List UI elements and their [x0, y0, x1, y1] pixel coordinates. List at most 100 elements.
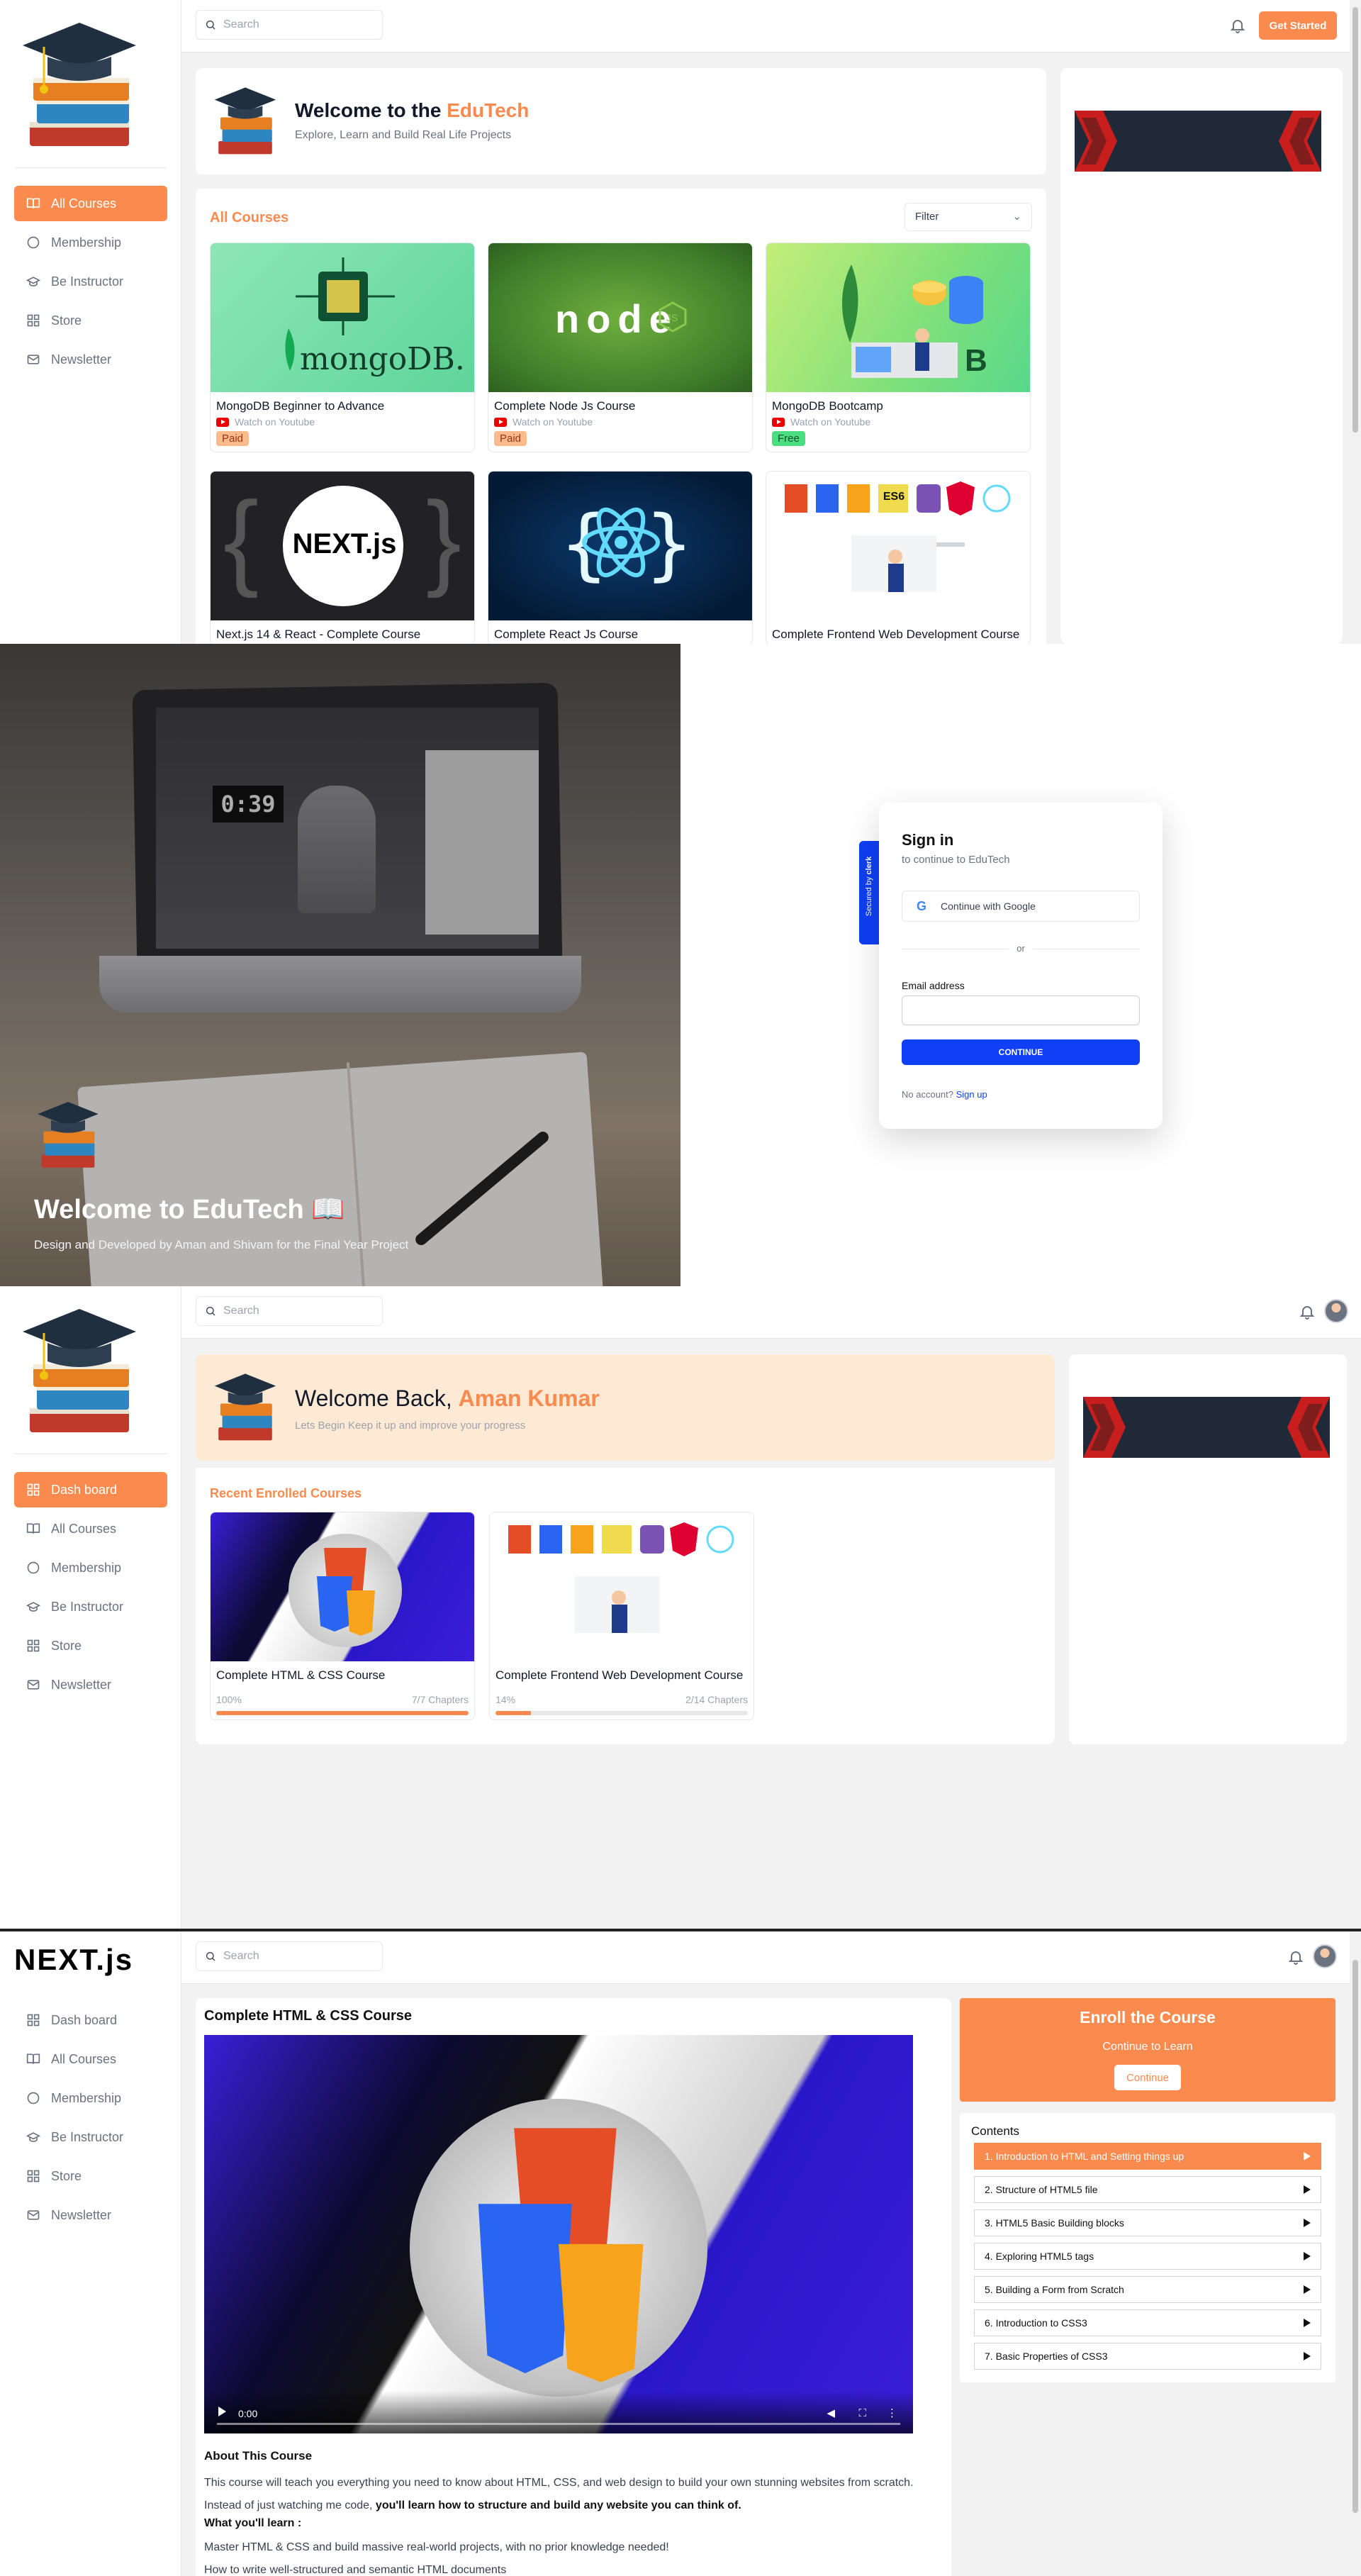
get-started-button[interactable]: Get Started: [1259, 11, 1337, 40]
video-player[interactable]: 0:00 ◀ ⛶ ⋮: [204, 2035, 913, 2433]
nextjs-logo[interactable]: NEXT.js: [14, 1943, 133, 1977]
chapter-item[interactable]: 6. Introduction to CSS3: [974, 2309, 1321, 2336]
video-time: 0:00: [238, 2408, 258, 2419]
sidebar-item-all-courses[interactable]: All Courses: [14, 2041, 167, 2077]
grid-icon: [26, 2012, 41, 2028]
thumbnail-text: NEXT.js: [292, 528, 397, 559]
welcome-prefix: Welcome to the: [295, 99, 447, 121]
bell-icon[interactable]: [1287, 1948, 1304, 1966]
sidebar-item-store[interactable]: Store: [14, 303, 167, 338]
course-card[interactable]: { } NEXT.js Next.js 14 & React - Complet…: [210, 471, 475, 644]
continue-with-google-button[interactable]: G Continue with Google: [902, 891, 1140, 922]
sidebar-nav: All Courses Membership Be Instructor Sto…: [14, 186, 167, 381]
chapter-item[interactable]: 5. Building a Form from Scratch: [974, 2276, 1321, 2303]
edutech-logo[interactable]: [16, 16, 143, 157]
enrolled-course-card[interactable]: Complete HTML & CSS Course 100% 7/7 Chap…: [210, 1512, 475, 1720]
sidebar-item-membership[interactable]: Membership: [14, 225, 167, 260]
course-card[interactable]: node JS Complete Node Js Course Watch on…: [488, 242, 753, 452]
youtube-link[interactable]: Watch on Youtube: [211, 416, 474, 428]
sidebar-item-be-instructor[interactable]: Be Instructor: [14, 1589, 167, 1624]
sidebar-item-store[interactable]: Store: [14, 2158, 167, 2194]
youtube-link[interactable]: Watch on Youtube: [488, 416, 752, 428]
sidebar-item-dashboard[interactable]: Dash board: [14, 2002, 167, 2038]
course-card[interactable]: ES6 Complete Frontend Web Development Co…: [766, 471, 1031, 644]
sign-up-link[interactable]: Sign up: [956, 1089, 987, 1100]
sidebar-item-all-courses[interactable]: All Courses: [14, 186, 167, 221]
fullscreen-icon[interactable]: ⛶: [858, 2407, 866, 2419]
sidebar-item-store[interactable]: Store: [14, 1628, 167, 1663]
search-box[interactable]: [196, 10, 383, 40]
play-icon[interactable]: [1304, 2185, 1311, 2194]
play-icon[interactable]: [1304, 2219, 1311, 2227]
filter-label: Filter: [915, 211, 939, 223]
course-title: Complete Frontend Web Development Course: [772, 628, 1020, 641]
or-divider: or: [902, 942, 1140, 956]
chapter-item[interactable]: 1. Introduction to HTML and Setting thin…: [974, 2143, 1321, 2170]
learn-heading: What you'll learn :: [204, 2517, 302, 2529]
grid-icon: [26, 2168, 41, 2184]
promo-banner[interactable]: [1075, 111, 1321, 172]
bell-icon[interactable]: [1229, 17, 1246, 34]
chapter-label: 5. Building a Form from Scratch: [985, 2284, 1124, 2295]
more-options-icon[interactable]: ⋮: [887, 2407, 897, 2419]
circle-icon: [26, 235, 41, 250]
continue-button[interactable]: CONTINUE: [902, 1039, 1140, 1065]
search-box[interactable]: [196, 1941, 383, 1971]
continue-button[interactable]: Continue: [1114, 2065, 1181, 2090]
play-icon[interactable]: [1304, 2152, 1311, 2160]
edutech-logo[interactable]: [16, 1302, 143, 1444]
sidebar-item-newsletter[interactable]: Newsletter: [14, 2197, 167, 2233]
sidebar-item-all-courses[interactable]: All Courses: [14, 1511, 167, 1546]
sidebar-item-be-instructor[interactable]: Be Instructor: [14, 2119, 167, 2155]
course-title: Complete Node Js Course: [494, 399, 636, 413]
course-card[interactable]: mongoDB. MongoDB Beginner to Advance Wat…: [210, 242, 475, 452]
email-field[interactable]: [902, 996, 1140, 1025]
play-icon[interactable]: [1304, 2252, 1311, 2260]
search-box[interactable]: [196, 1296, 383, 1326]
svg-text:JS: JS: [666, 312, 678, 323]
search-input[interactable]: [223, 1305, 365, 1317]
avatar[interactable]: [1324, 1299, 1348, 1323]
chapter-label: 4. Exploring HTML5 tags: [985, 2251, 1094, 2262]
about-heading: About This Course: [204, 2449, 313, 2463]
sidebar-item-newsletter[interactable]: Newsletter: [14, 342, 167, 377]
enroll-card: Enroll the Course Continue to Learn Cont…: [960, 1998, 1335, 2102]
course-thumbnail: node JS: [488, 243, 752, 392]
play-icon[interactable]: [1304, 2285, 1311, 2294]
play-icon[interactable]: [1304, 2352, 1311, 2360]
filter-select[interactable]: Filter ⌄: [904, 203, 1032, 231]
circle-icon: [26, 2090, 41, 2106]
course-thumbnail: ES6: [766, 472, 1030, 620]
welcome-heading: Welcome Back, Aman Kumar: [295, 1385, 600, 1412]
volume-icon[interactable]: ◀: [827, 2407, 835, 2419]
bell-icon[interactable]: [1299, 1303, 1316, 1320]
sidebar-item-newsletter[interactable]: Newsletter: [14, 1667, 167, 1702]
chapter-item[interactable]: 2. Structure of HTML5 file: [974, 2176, 1321, 2203]
search-input[interactable]: [223, 1950, 365, 1963]
chapter-item[interactable]: 3. HTML5 Basic Building blocks: [974, 2209, 1321, 2236]
search-input[interactable]: [223, 18, 365, 31]
hero-overlay: [0, 644, 680, 1286]
screen-sign-in: 0:39 Welcome to EduTech 📖 Design and Dev…: [0, 644, 1361, 1286]
sidebar-item-label: Newsletter: [51, 2207, 112, 2222]
play-icon[interactable]: [1304, 2319, 1311, 2327]
sidebar-item-be-instructor[interactable]: Be Instructor: [14, 264, 167, 299]
course-card[interactable]: {} Complete React Js Course: [488, 471, 753, 644]
chapter-item[interactable]: 4. Exploring HTML5 tags: [974, 2243, 1321, 2270]
brand-name: EduTech: [447, 99, 530, 121]
scrollbar[interactable]: [1350, 0, 1361, 644]
sidebar-item-membership[interactable]: Membership: [14, 1550, 167, 1585]
avatar[interactable]: [1313, 1944, 1337, 1968]
play-icon[interactable]: [218, 2407, 226, 2416]
chapter-label: 7. Basic Properties of CSS3: [985, 2351, 1108, 2362]
chapter-item[interactable]: 7. Basic Properties of CSS3: [974, 2343, 1321, 2370]
sidebar-item-dashboard[interactable]: Dash board: [14, 1472, 167, 1507]
youtube-link[interactable]: Watch on Youtube: [766, 416, 1030, 428]
course-card[interactable]: B MongoDB Bootcamp Watch on Youtube Free: [766, 242, 1031, 452]
scrollbar[interactable]: [1350, 1931, 1361, 2576]
promo-banner[interactable]: [1083, 1397, 1330, 1458]
video-scrubber[interactable]: [217, 2423, 900, 2425]
sidebar-item-membership[interactable]: Membership: [14, 2080, 167, 2116]
enrolled-course-card[interactable]: Complete Frontend Web Development Course…: [489, 1512, 754, 1720]
mail-icon: [26, 1677, 41, 1693]
